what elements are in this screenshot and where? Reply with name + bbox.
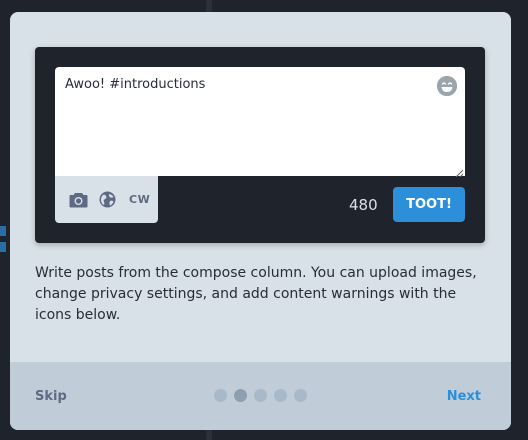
toot-button[interactable]: TOOT! <box>393 187 465 222</box>
content-warning-button[interactable]: CW <box>129 193 150 206</box>
resize-handle-icon[interactable] <box>455 166 464 178</box>
compose-preview: Awoo! #introductions CW 480 TOOT! <box>35 47 485 243</box>
pagination-dots <box>214 389 307 402</box>
compose-toolbar: CW <box>55 176 158 223</box>
skip-button[interactable]: Skip <box>35 389 67 404</box>
onboarding-description: Write posts from the compose column. You… <box>35 265 477 323</box>
compose-textarea[interactable]: Awoo! #introductions <box>55 67 465 178</box>
page-dot-2[interactable] <box>234 389 247 402</box>
page-dot-1[interactable] <box>214 389 227 402</box>
camera-icon[interactable] <box>69 190 88 209</box>
compose-text: Awoo! #introductions <box>65 77 206 92</box>
globe-icon[interactable] <box>98 190 117 209</box>
onboarding-modal: Awoo! #introductions CW 480 TOOT! Write … <box>10 12 511 430</box>
page-dot-3[interactable] <box>254 389 267 402</box>
onboarding-footer: Skip Next <box>10 362 511 430</box>
page-dot-4[interactable] <box>274 389 287 402</box>
page-dot-5[interactable] <box>294 389 307 402</box>
character-counter: 480 <box>349 196 378 214</box>
emoji-picker-icon[interactable] <box>437 76 457 96</box>
next-button[interactable]: Next <box>447 389 481 404</box>
